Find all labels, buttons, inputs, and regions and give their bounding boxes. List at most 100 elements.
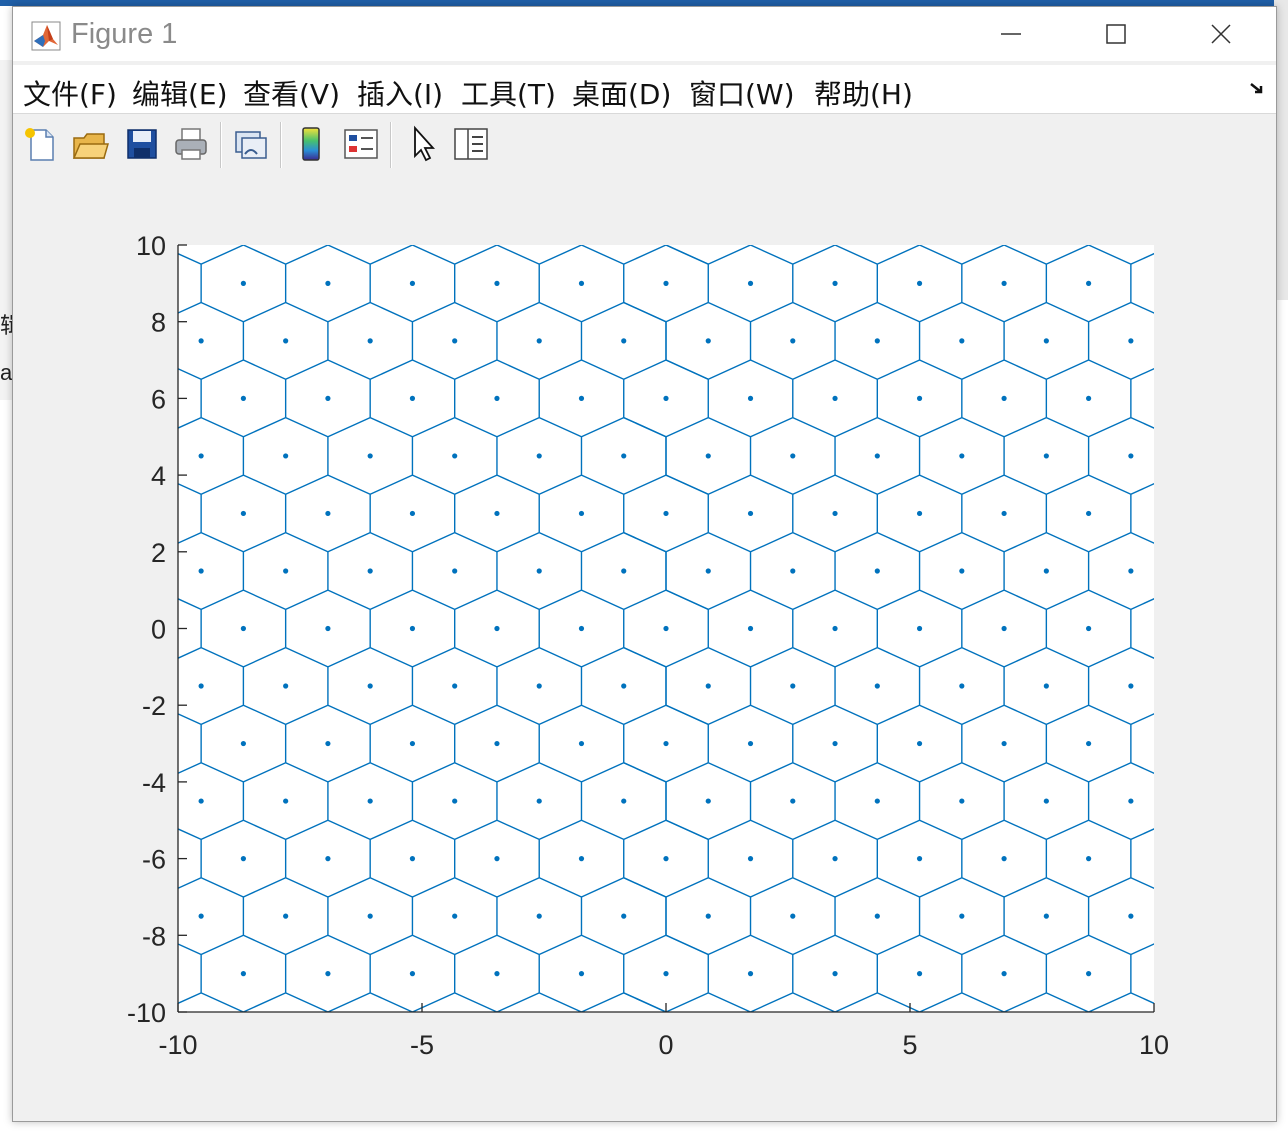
save-icon[interactable]: [122, 124, 162, 164]
data-point: [452, 338, 458, 344]
data-point: [832, 625, 838, 632]
voronoi-edge: [1173, 475, 1215, 494]
data-point: [283, 338, 289, 344]
figure-canvas[interactable]: -10 -5 0 5 10 -10 -8 -6 -4 -2 0 2 4 6 8 10: [13, 175, 1276, 1121]
voronoi-edge: [117, 590, 159, 609]
menu-insert[interactable]: 插入(I): [357, 73, 443, 113]
data-point: [1128, 683, 1134, 689]
property-inspector-icon[interactable]: [451, 124, 491, 164]
voronoi-edge: [1173, 705, 1215, 724]
data-point: [747, 971, 754, 977]
close-button[interactable]: [1186, 7, 1256, 61]
voronoi-edge: [74, 303, 116, 322]
data-point: [536, 568, 542, 574]
data-point: [1086, 856, 1092, 862]
data-point: [832, 395, 838, 401]
voronoi-edge: [1046, 187, 1088, 206]
data-point: [240, 395, 246, 401]
print-icon[interactable]: [171, 124, 211, 164]
data-point: [832, 510, 838, 517]
data-point: [747, 510, 754, 517]
dock-arrow-icon[interactable]: [1248, 79, 1268, 99]
insert-colorbar-icon[interactable]: [291, 124, 331, 164]
link-plot-icon[interactable]: [231, 124, 271, 164]
voronoi-edge: [1173, 418, 1215, 437]
voronoi-edge: [328, 187, 370, 206]
voronoi-edge: [13, 705, 32, 724]
data-point: [1128, 913, 1134, 919]
menu-view[interactable]: 查看(V): [243, 73, 340, 113]
data-point: [916, 280, 923, 286]
voronoi-edge: [1173, 533, 1215, 552]
data-point: [409, 971, 416, 977]
voronoi-edge: [13, 360, 32, 379]
data-point: [959, 913, 965, 919]
open-file-icon[interactable]: [70, 124, 110, 164]
data-point: [198, 683, 204, 689]
menu-file[interactable]: 文件(F): [23, 73, 117, 113]
menu-tools[interactable]: 工具(T): [461, 73, 556, 113]
voronoi-edge: [74, 705, 116, 724]
data-point: [874, 798, 880, 804]
voronoi-edge: [32, 763, 74, 782]
data-point: [283, 683, 289, 689]
data-point: [621, 683, 627, 689]
x-tick-label: 5: [902, 1030, 917, 1060]
data-point: [240, 510, 246, 517]
voronoi-edge: [32, 648, 74, 667]
voronoi-edge: [1215, 820, 1257, 839]
insert-legend-icon[interactable]: [341, 124, 381, 164]
voronoi-edge: [201, 187, 243, 206]
data-point: [536, 453, 542, 459]
data-point: [747, 280, 754, 286]
voronoi-edge: [1215, 533, 1257, 552]
voronoi-edge: [117, 820, 159, 839]
data-point: [1043, 913, 1049, 919]
data-point: [705, 568, 711, 574]
data-point: [705, 683, 711, 689]
data-point: [409, 625, 416, 632]
data-point: [790, 453, 796, 459]
minimize-button[interactable]: [976, 7, 1046, 61]
data-point: [240, 740, 246, 747]
voronoi-edge: [74, 475, 116, 494]
data-point: [790, 683, 796, 689]
data-point: [283, 453, 289, 459]
voronoi-edge: [74, 1050, 116, 1069]
voronoi-edge: [74, 360, 116, 379]
voronoi-edge: [1215, 935, 1257, 954]
menu-window[interactable]: 窗口(W): [689, 73, 795, 113]
menu-edit[interactable]: 编辑(E): [132, 73, 228, 113]
voronoi-edge: [32, 590, 74, 609]
data-point: [663, 971, 669, 977]
edit-plot-icon[interactable]: [403, 124, 443, 164]
menu-desktop[interactable]: 桌面(D): [572, 73, 671, 113]
voronoi-plot[interactable]: -10 -5 0 5 10 -10 -8 -6 -4 -2 0 2 4 6 8 10: [13, 175, 1276, 1121]
maximize-button[interactable]: [1081, 7, 1151, 61]
menu-help[interactable]: 帮助(H): [814, 73, 913, 113]
data-point: [747, 856, 754, 862]
data-point: [325, 625, 331, 632]
data-point: [325, 395, 331, 401]
data-point: [536, 683, 542, 689]
voronoi-edge: [370, 187, 412, 206]
voronoi-edge: [1258, 187, 1276, 206]
y-tick-label: 2: [151, 538, 166, 568]
data-point: [409, 856, 416, 862]
data-point: [959, 683, 965, 689]
voronoi-edge: [32, 705, 74, 724]
voronoi-edge: [1173, 763, 1215, 782]
new-figure-icon[interactable]: [21, 124, 61, 164]
voronoi-edge: [74, 993, 116, 1012]
data-point: [367, 453, 373, 459]
voronoi-edge: [32, 935, 74, 954]
title-bar[interactable]: Figure 1: [13, 7, 1276, 61]
voronoi-edge: [74, 820, 116, 839]
voronoi-edge: [32, 475, 74, 494]
data-point: [1001, 395, 1007, 401]
toolbar-separator: [390, 122, 392, 168]
data-point: [1001, 625, 1007, 632]
voronoi-edge: [1173, 360, 1215, 379]
data-point: [578, 625, 585, 632]
voronoi-edge: [13, 763, 32, 782]
